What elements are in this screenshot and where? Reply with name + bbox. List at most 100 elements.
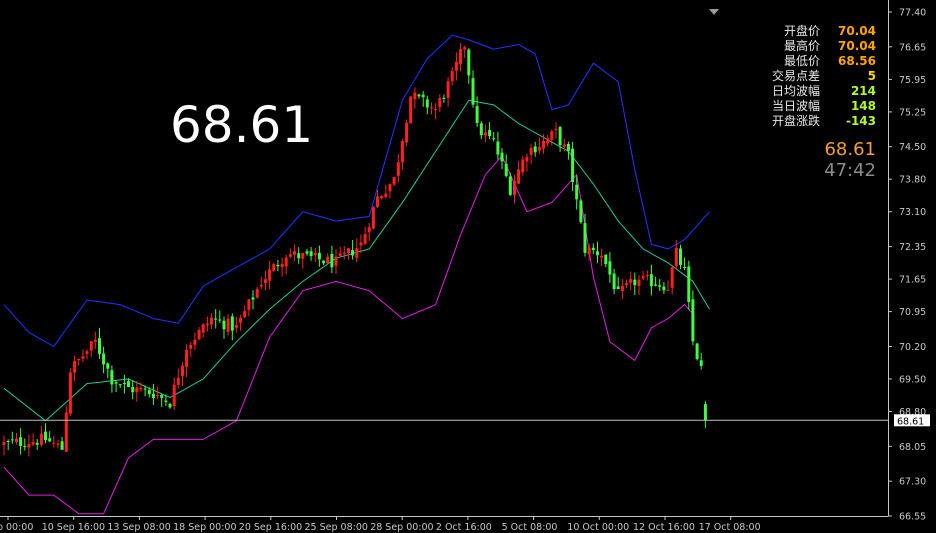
candle-body	[371, 207, 375, 229]
price-tick-label: 75.95	[899, 75, 926, 86]
price-tick-label: 71.65	[899, 275, 926, 286]
price-tick-label: 67.30	[899, 477, 926, 488]
time-tick-label: 10 Oct 00:00	[567, 522, 629, 533]
candle-body	[68, 372, 72, 414]
candle-body	[185, 350, 189, 367]
candle-body	[218, 319, 222, 321]
candle-body	[288, 254, 292, 257]
candle-body	[600, 255, 604, 258]
candle-body	[10, 439, 14, 441]
candle-body	[591, 247, 595, 250]
time-tick-label: 10 Sep 16:00	[42, 522, 105, 533]
candle-body	[620, 285, 624, 292]
candle-body	[131, 386, 135, 393]
candle-body	[251, 297, 255, 300]
candle-body	[587, 247, 591, 255]
info-value: 70.04	[838, 24, 876, 38]
info-row: 最高价 70.04	[760, 39, 880, 54]
candle-body	[197, 330, 201, 339]
candle-body	[695, 343, 699, 360]
price-tick-label: 70.95	[899, 307, 926, 318]
candle-body	[703, 404, 707, 421]
candle-body	[649, 274, 653, 287]
candle-body	[139, 388, 143, 390]
candle-body	[554, 128, 558, 130]
candle-body	[19, 437, 23, 446]
candle-body	[156, 395, 160, 397]
candle-body	[658, 285, 662, 287]
price-tick-label: 73.80	[899, 175, 926, 186]
candle-body	[633, 279, 637, 286]
candle-body	[421, 94, 425, 98]
candle-body	[181, 365, 184, 376]
candle-body	[297, 253, 301, 259]
candle-body	[147, 389, 151, 395]
candle-body	[98, 338, 101, 354]
candle-body	[670, 267, 674, 288]
chart-shift-marker-icon[interactable]	[709, 9, 719, 15]
candle-body	[15, 438, 18, 443]
candle-body	[550, 131, 554, 140]
candle-body	[60, 441, 64, 450]
big-price-display: 68.61	[170, 96, 314, 154]
info-row: 交易点差 5	[760, 69, 880, 84]
candle-body	[81, 356, 85, 359]
candle-body	[446, 81, 450, 98]
price-tick-label: 73.10	[899, 207, 926, 218]
candle-body	[392, 176, 396, 185]
candle-body	[168, 403, 172, 408]
candle-body	[64, 412, 68, 452]
candle-body	[492, 138, 496, 140]
candle-body	[6, 441, 10, 442]
candle-body	[604, 254, 608, 264]
candle-body	[230, 316, 234, 331]
candle-body	[2, 442, 6, 446]
price-tick-label: 74.50	[899, 142, 926, 153]
candle-body	[48, 438, 52, 442]
candle-body	[479, 123, 483, 136]
price-tick-label: 72.35	[899, 242, 926, 253]
candle-body	[542, 140, 545, 149]
info-value: 5	[867, 69, 876, 83]
candle-body	[268, 269, 272, 281]
candle-body	[305, 251, 309, 254]
price-axis[interactable]: 77.40 76.65 75.95 75.25 74.50 73.80 73.10 72.35…	[888, 0, 930, 523]
candle-body	[276, 264, 280, 267]
candle-body	[35, 442, 39, 445]
bid-price: 68.61	[824, 139, 876, 160]
candle-body	[521, 159, 525, 173]
candle-body	[93, 339, 97, 342]
candle-body	[247, 299, 251, 310]
candle-body	[52, 442, 56, 444]
candle-body	[517, 169, 521, 184]
info-label: 开盘价	[783, 24, 820, 38]
time-tick-label: 18 Sep 00:00	[173, 522, 236, 533]
candle-body	[566, 143, 570, 151]
price-tick-label: 66.55	[899, 512, 926, 523]
candle-body	[164, 400, 168, 402]
candle-body	[322, 260, 326, 264]
candle-body	[338, 253, 342, 256]
time-axis[interactable]: 5 Sep 00:00 10 Sep 16:0013 Sep 08:0018 Se…	[0, 516, 888, 533]
candle-body	[226, 318, 230, 332]
candle-body	[359, 242, 363, 246]
candle-body	[27, 444, 31, 448]
candle-body	[56, 443, 60, 445]
candle-body	[122, 383, 126, 384]
info-label: 交易点差	[771, 69, 820, 83]
candle-body	[313, 252, 317, 255]
candle-body	[160, 395, 164, 398]
candle-body	[31, 441, 35, 445]
candle-body	[143, 388, 147, 390]
candle-body	[85, 351, 89, 354]
candle-body	[44, 431, 47, 441]
time-tick-label: 25 Sep 08:00	[305, 522, 368, 533]
candle-body	[255, 288, 259, 298]
candle-body	[575, 184, 579, 200]
candle-body	[459, 49, 462, 65]
candle-body	[342, 252, 346, 255]
candle-body	[243, 311, 247, 318]
time-tick-label: 13 Sep 08:00	[107, 522, 170, 533]
candle-body	[409, 96, 413, 124]
candle-body	[189, 345, 193, 349]
